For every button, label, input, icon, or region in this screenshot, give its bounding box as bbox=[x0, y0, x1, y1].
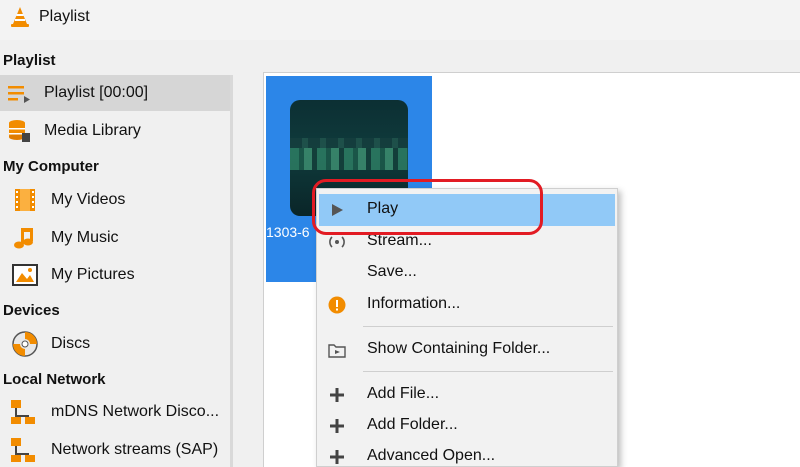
window-title: Playlist bbox=[39, 8, 90, 25]
sidebar-item-discs[interactable]: Discs bbox=[0, 326, 230, 362]
sidebar-item-sap[interactable]: Network streams (SAP) bbox=[0, 432, 230, 467]
folder-icon bbox=[327, 340, 347, 360]
picture-icon bbox=[12, 262, 38, 288]
sidebar-item-label: Discs bbox=[51, 335, 91, 352]
sidebar-item-label: My Pictures bbox=[51, 266, 135, 283]
menu-item-label: Show Containing Folder... bbox=[367, 340, 551, 357]
menu-item-label: Play bbox=[367, 200, 399, 217]
menu-item-show-containing-folder[interactable]: Show Containing Folder... bbox=[319, 334, 615, 366]
menu-item-label: Advanced Open... bbox=[367, 447, 496, 464]
sidebar-item-playlist[interactable]: Playlist [00:00] bbox=[0, 75, 230, 111]
menu-separator bbox=[363, 371, 613, 372]
menu-item-label: Save... bbox=[367, 263, 417, 280]
section-playlist: Playlist bbox=[3, 52, 56, 69]
section-local-network: Local Network bbox=[3, 371, 106, 388]
playlist-icon bbox=[6, 80, 32, 106]
menu-separator bbox=[363, 326, 613, 327]
playlist-item-label: 1303-6 bbox=[266, 224, 310, 240]
disc-icon bbox=[12, 331, 38, 357]
menu-item-label: Add File... bbox=[367, 385, 440, 402]
menu-item-add-file[interactable]: Add File... bbox=[319, 379, 615, 411]
plus-icon bbox=[327, 447, 347, 467]
plus-icon bbox=[327, 416, 347, 436]
menu-item-save[interactable]: Save... bbox=[319, 257, 615, 289]
sidebar-item-label: Media Library bbox=[44, 122, 141, 139]
menu-item-label: Add Folder... bbox=[367, 416, 458, 433]
menu-item-label: Stream... bbox=[367, 232, 432, 249]
menu-item-label: Information... bbox=[367, 295, 461, 312]
vlc-cone-icon bbox=[11, 7, 29, 27]
section-my-computer: My Computer bbox=[3, 158, 99, 175]
menu-item-stream[interactable]: Stream... bbox=[319, 226, 615, 258]
music-note-icon bbox=[12, 225, 38, 251]
sidebar-item-my-pictures[interactable]: My Pictures bbox=[0, 257, 230, 293]
info-icon bbox=[327, 295, 347, 315]
sidebar-item-my-videos[interactable]: My Videos bbox=[0, 182, 230, 218]
network-icon bbox=[10, 437, 36, 463]
sidebar-item-my-music[interactable]: My Music bbox=[0, 220, 230, 256]
sidebar-item-label: My Music bbox=[51, 229, 119, 246]
vlc-playlist-window: Playlist Playlist Playlist [00:00] Media… bbox=[0, 0, 800, 467]
sidebar: Playlist Playlist [00:00] Media Library … bbox=[0, 40, 248, 467]
menu-item-information[interactable]: Information... bbox=[319, 289, 615, 321]
title-bar: Playlist bbox=[0, 0, 800, 40]
database-icon bbox=[6, 118, 32, 144]
sidebar-item-label: Network streams (SAP) bbox=[51, 441, 219, 458]
sidebar-item-mdns[interactable]: mDNS Network Disco... bbox=[0, 394, 230, 430]
context-menu: Play Stream... Save... Information... Sh… bbox=[316, 188, 618, 467]
sidebar-scrollbar[interactable] bbox=[230, 75, 233, 467]
menu-item-advanced-open[interactable]: Advanced Open... bbox=[319, 441, 615, 467]
plus-icon bbox=[327, 385, 347, 405]
network-icon bbox=[10, 399, 36, 425]
stream-icon bbox=[327, 232, 347, 252]
film-icon bbox=[12, 187, 38, 213]
section-devices: Devices bbox=[3, 302, 60, 319]
sidebar-item-media-library[interactable]: Media Library bbox=[0, 113, 230, 149]
sidebar-item-label: My Videos bbox=[51, 191, 126, 208]
menu-item-play[interactable]: Play bbox=[319, 194, 615, 226]
sidebar-item-label: mDNS Network Disco... bbox=[51, 403, 220, 420]
menu-item-add-folder[interactable]: Add Folder... bbox=[319, 410, 615, 442]
play-icon bbox=[327, 200, 347, 220]
sidebar-item-label: Playlist [00:00] bbox=[44, 84, 149, 101]
